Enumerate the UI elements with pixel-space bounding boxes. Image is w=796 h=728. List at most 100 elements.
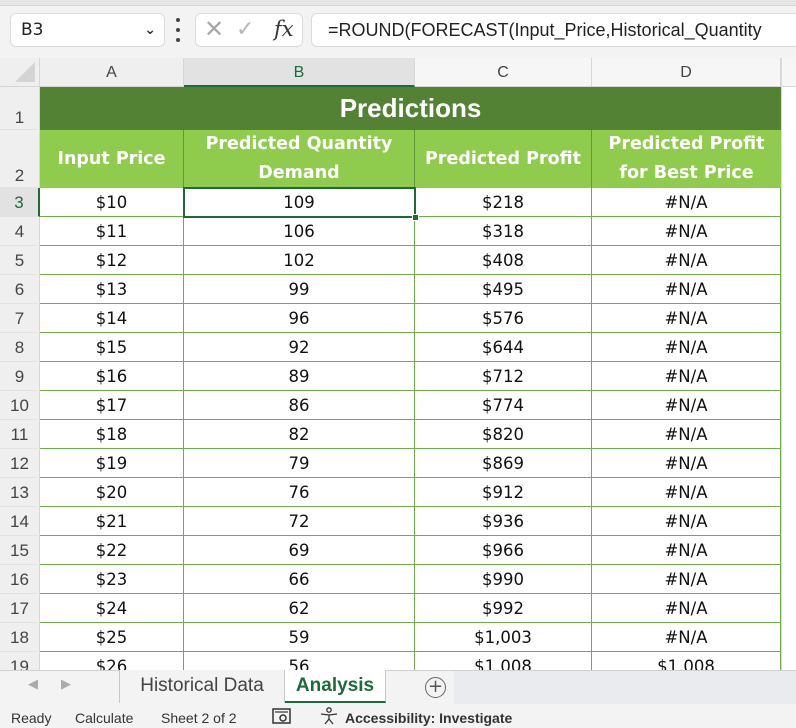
cell-a17[interactable]: $24	[40, 594, 184, 623]
cell-c3[interactable]: $218	[415, 188, 592, 217]
cell-b11[interactable]: 82	[184, 420, 415, 449]
cell-c4[interactable]: $318	[415, 217, 592, 246]
row-header-14[interactable]: 14	[0, 507, 40, 536]
display-settings-icon[interactable]	[272, 708, 292, 727]
cell-d18[interactable]: #N/A	[592, 623, 781, 652]
insert-function-icon[interactable]: fx	[274, 17, 294, 41]
prev-sheet-icon[interactable]: ◀	[28, 677, 38, 692]
cell-c8[interactable]: $644	[415, 333, 592, 362]
cell-a8[interactable]: $15	[40, 333, 184, 362]
cell-a10[interactable]: $17	[40, 391, 184, 420]
cell-d10[interactable]: #N/A	[592, 391, 781, 420]
select-all-button[interactable]	[0, 58, 40, 87]
horizontal-scroll-area[interactable]	[454, 671, 796, 704]
cell-c7[interactable]: $576	[415, 304, 592, 333]
cell-c16[interactable]: $990	[415, 565, 592, 594]
tab-historical-data[interactable]: Historical Data	[119, 670, 285, 703]
cell-b15[interactable]: 69	[184, 536, 415, 565]
next-sheet-icon[interactable]: ▶	[61, 677, 71, 692]
cell-d15[interactable]: #N/A	[592, 536, 781, 565]
cell-c6[interactable]: $495	[415, 275, 592, 304]
row-header-2[interactable]: 2	[0, 130, 40, 188]
row-header-6[interactable]: 6	[0, 275, 40, 304]
header-predicted-quantity[interactable]: Predicted Quantity Demand	[184, 130, 415, 188]
cell-a16[interactable]: $23	[40, 565, 184, 594]
row-header-4[interactable]: 4	[0, 217, 40, 246]
cell-a7[interactable]: $14	[40, 304, 184, 333]
cell-b9[interactable]: 89	[184, 362, 415, 391]
row-header-15[interactable]: 15	[0, 536, 40, 565]
cell-a6[interactable]: $13	[40, 275, 184, 304]
cell-c5[interactable]: $408	[415, 246, 592, 275]
cell-b16[interactable]: 66	[184, 565, 415, 594]
row-header-9[interactable]: 9	[0, 362, 40, 391]
cell-c10[interactable]: $774	[415, 391, 592, 420]
cell-c13[interactable]: $912	[415, 478, 592, 507]
cell-d9[interactable]: #N/A	[592, 362, 781, 391]
cell-a19[interactable]: $26	[40, 652, 184, 670]
row-header-7[interactable]: 7	[0, 304, 40, 333]
chevron-down-icon[interactable]: ⌄	[144, 14, 156, 46]
cell-d8[interactable]: #N/A	[592, 333, 781, 362]
formula-input[interactable]: =ROUND(FORECAST(Input_Price,Historical_Q…	[311, 13, 796, 47]
cell-a18[interactable]: $25	[40, 623, 184, 652]
cell-b7[interactable]: 96	[184, 304, 415, 333]
column-header-a[interactable]: A	[40, 58, 184, 87]
column-header-d[interactable]: D	[592, 58, 781, 87]
status-accessibility[interactable]: Accessibility: Investigate	[345, 710, 512, 726]
cell-d14[interactable]: #N/A	[592, 507, 781, 536]
header-input-price[interactable]: Input Price	[40, 130, 184, 188]
row-header-10[interactable]: 10	[0, 391, 40, 420]
cell-d3[interactable]: #N/A	[592, 188, 781, 217]
add-sheet-icon[interactable]: +	[425, 677, 446, 698]
cell-b8[interactable]: 92	[184, 333, 415, 362]
cell-a3[interactable]: $10	[40, 188, 184, 217]
row-header-17[interactable]: 17	[0, 594, 40, 623]
cell-b12[interactable]: 79	[184, 449, 415, 478]
row-header-5[interactable]: 5	[0, 246, 40, 275]
title-cell[interactable]: Predictions	[40, 87, 781, 130]
cell-c15[interactable]: $966	[415, 536, 592, 565]
cell-b4[interactable]: 106	[184, 217, 415, 246]
column-header-c[interactable]: C	[415, 58, 592, 87]
row-header-8[interactable]: 8	[0, 333, 40, 362]
cell-c9[interactable]: $712	[415, 362, 592, 391]
row-header-11[interactable]: 11	[0, 420, 40, 449]
cell-c18[interactable]: $1,003	[415, 623, 592, 652]
cell-d11[interactable]: #N/A	[592, 420, 781, 449]
row-header-18[interactable]: 18	[0, 623, 40, 652]
cell-a11[interactable]: $18	[40, 420, 184, 449]
cell-c14[interactable]: $936	[415, 507, 592, 536]
row-header-13[interactable]: 13	[0, 478, 40, 507]
tab-analysis[interactable]: Analysis	[285, 670, 386, 703]
cell-a15[interactable]: $22	[40, 536, 184, 565]
cell-a14[interactable]: $21	[40, 507, 184, 536]
cell-a5[interactable]: $12	[40, 246, 184, 275]
enter-check-icon[interactable]: ✓	[236, 17, 254, 42]
cell-c12[interactable]: $869	[415, 449, 592, 478]
cell-d4[interactable]: #N/A	[592, 217, 781, 246]
cell-d13[interactable]: #N/A	[592, 478, 781, 507]
cell-b6[interactable]: 99	[184, 275, 415, 304]
cell-d16[interactable]: #N/A	[592, 565, 781, 594]
status-calculate[interactable]: Calculate	[75, 710, 133, 726]
row-header-3[interactable]: 3	[0, 188, 40, 217]
cell-c11[interactable]: $820	[415, 420, 592, 449]
cell-b17[interactable]: 62	[184, 594, 415, 623]
cell-a9[interactable]: $16	[40, 362, 184, 391]
header-best-price-profit[interactable]: Predicted Profit for Best Price	[592, 130, 781, 188]
cell-c17[interactable]: $992	[415, 594, 592, 623]
cell-b5[interactable]: 102	[184, 246, 415, 275]
cell-b19[interactable]: 56	[184, 652, 415, 670]
cell-a13[interactable]: $20	[40, 478, 184, 507]
row-header-16[interactable]: 16	[0, 565, 40, 594]
more-options-icon[interactable]	[173, 18, 183, 42]
cell-b18[interactable]: 59	[184, 623, 415, 652]
column-header-b[interactable]: B	[184, 58, 415, 87]
cell-b10[interactable]: 86	[184, 391, 415, 420]
cell-d17[interactable]: #N/A	[592, 594, 781, 623]
cell-d6[interactable]: #N/A	[592, 275, 781, 304]
row-header-12[interactable]: 12	[0, 449, 40, 478]
cell-d7[interactable]: #N/A	[592, 304, 781, 333]
cell-c19[interactable]: $1,008	[415, 652, 592, 670]
